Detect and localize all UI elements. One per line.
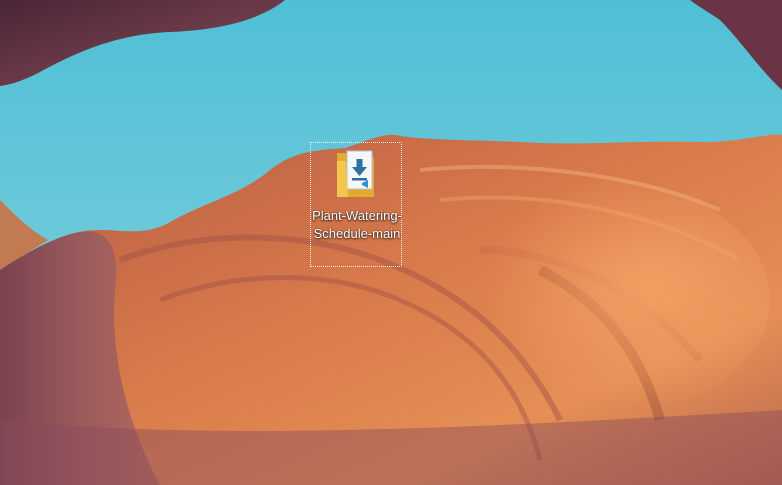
folder-download-icon	[337, 150, 374, 197]
desktop-icon-plant-watering-schedule[interactable]: Plant-Watering-Schedule-main	[310, 142, 402, 267]
desktop-icon-label: Plant-Watering-Schedule-main	[312, 208, 402, 241]
desktop[interactable]: Plant-Watering-Schedule-main	[0, 0, 782, 485]
